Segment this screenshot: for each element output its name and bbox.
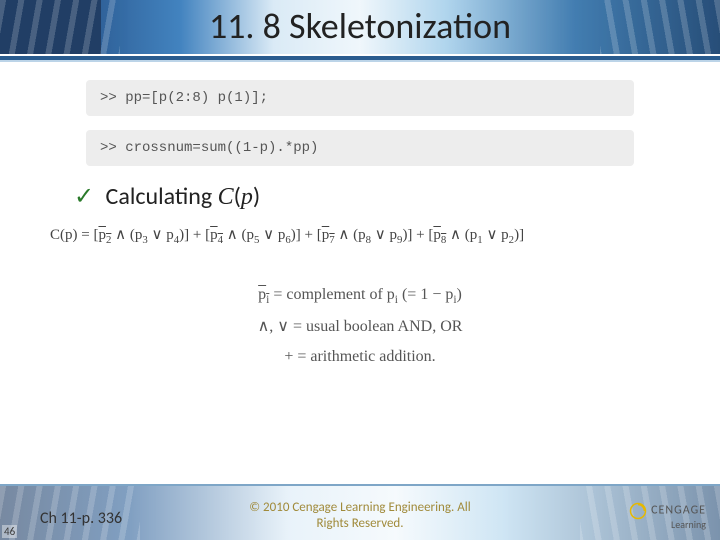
bullet-text: Calculating xyxy=(106,182,218,211)
brand-icon xyxy=(629,502,647,520)
bullet-calculating: ✓ Calculating C(p) xyxy=(74,182,690,211)
bullet-var-C: C xyxy=(218,184,234,210)
legend-line-2: ∧, ∨ = usual boolean AND, OR xyxy=(30,312,690,342)
legend-line-3: + = arithmetic addition. xyxy=(30,342,690,372)
formula-legend: pi = complement of pi (= 1 − pi) ∧, ∨ = … xyxy=(30,280,690,373)
slide-title: 11. 8 Skeletonization xyxy=(0,4,720,48)
content-area: >> pp=[p(2:8) p(1)]; >> crossnum=sum((1-… xyxy=(0,70,720,484)
code-block-1: >> pp=[p(2:8) p(1)]; xyxy=(86,80,634,116)
cengage-logo: CENGAGE Learning xyxy=(629,502,706,530)
checkmark-icon: ✓ xyxy=(74,182,94,211)
formula-cp: C(p) = [p2 ∧ (p3 ∨ p4)] + [p4 ∧ (p5 ∨ p6… xyxy=(50,225,670,246)
code-block-2: >> crossnum=sum((1-p).*pp) xyxy=(86,130,634,166)
formula-lhs: C(p) = xyxy=(50,227,93,243)
copyright-text: © 2010 Cengage Learning Engineering. All… xyxy=(0,500,720,533)
footer: Ch 11-p. 336 © 2010 Cengage Learning Eng… xyxy=(0,484,720,540)
slide-number: 46 xyxy=(2,525,17,538)
legend-line-1: pi = complement of pi (= 1 − pi) xyxy=(30,280,690,312)
bullet-var-p: p xyxy=(241,184,253,210)
title-underline xyxy=(0,56,720,60)
slide: 11. 8 Skeletonization >> pp=[p(2:8) p(1)… xyxy=(0,0,720,540)
